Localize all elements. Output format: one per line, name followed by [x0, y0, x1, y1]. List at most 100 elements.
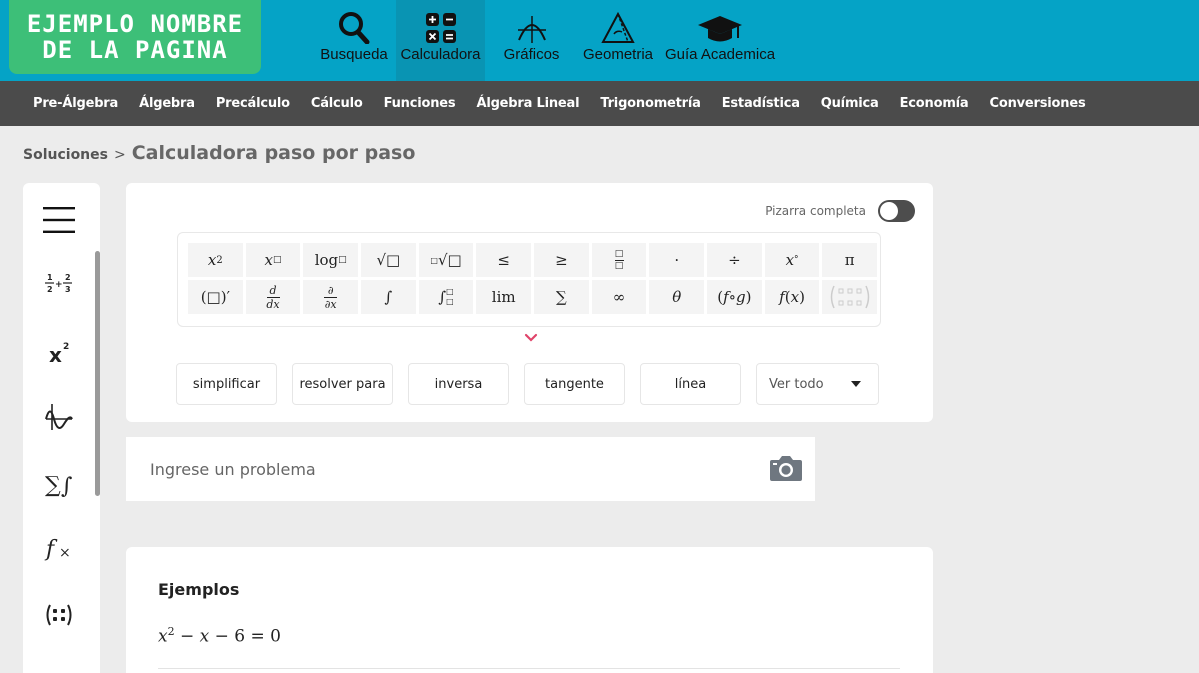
search-icon	[338, 0, 370, 44]
linea-button[interactable]: línea	[640, 363, 741, 405]
key-definite-integral[interactable]: ∫ □ □	[418, 280, 474, 314]
subject-link[interactable]: Álgebra Lineal	[476, 96, 579, 111]
key-matrix[interactable]	[822, 280, 878, 314]
camera-icon[interactable]	[769, 454, 803, 486]
problem-input[interactable]	[126, 437, 756, 501]
key-integral[interactable]: ∫	[361, 280, 416, 314]
subject-link[interactable]: Precálculo	[216, 96, 290, 111]
simplificar-button[interactable]: simplificar	[176, 363, 277, 405]
math-keyboard-panel: Pizarra completa x2 x □ log □ √□ □ √□ ≤ ≥ □…	[126, 183, 933, 422]
matrix-icon[interactable]	[23, 591, 95, 639]
key-sqrt[interactable]: √□	[361, 243, 416, 277]
nav-busqueda[interactable]: Busqueda	[312, 0, 396, 81]
ver-todo-label: Ver todo	[769, 376, 824, 392]
svg-text:f: f	[44, 537, 58, 562]
key-row-2: (□)′ d dx ∂ ∂x ∫ ∫ □ □ lim ∑ ∞ θ (f ∘ g) f(x)	[188, 280, 880, 314]
subject-link[interactable]: Cálculo	[311, 96, 363, 111]
key-sum[interactable]: ∑	[534, 280, 589, 314]
key-log[interactable]: log □	[303, 243, 359, 277]
trig-graph-icon[interactable]	[23, 393, 95, 441]
action-buttons: simplificar resolver para inversa tangen…	[176, 363, 894, 405]
examples-divider	[158, 668, 900, 669]
examples-card: Ejemplos x2 − x − 6 = 0	[126, 547, 933, 673]
logo-line-2: DE LA PAGINA	[42, 36, 228, 64]
subject-link[interactable]: Pre-Álgebra	[33, 96, 118, 111]
examples-title: Ejemplos	[158, 580, 240, 599]
graph-icon	[516, 0, 548, 44]
key-nthroot[interactable]: □ √□	[418, 243, 474, 277]
full-board-label: Pizarra completa	[765, 204, 866, 218]
key-derivative-prime[interactable]: (□)′	[188, 280, 243, 314]
graduation-cap-icon	[697, 0, 743, 44]
key-theta[interactable]: θ	[649, 280, 705, 314]
nav-geometria[interactable]: Geometria	[578, 0, 658, 81]
key-function[interactable]: f(x)	[764, 280, 820, 314]
page-title: Calculadora paso por paso	[131, 142, 416, 164]
svg-text:3: 3	[65, 285, 71, 294]
key-leq[interactable]: ≤	[476, 243, 532, 277]
subject-link[interactable]: Trigonometría	[600, 96, 701, 111]
nav-graficos[interactable]: Gráficos	[485, 0, 578, 81]
math-keys: x2 x □ log □ √□ □ √□ ≤ ≥ □ □ · ÷ x ° π (□)′ d…	[177, 232, 881, 327]
function-icon[interactable]: f ×	[23, 525, 95, 573]
key-divide[interactable]: ÷	[707, 243, 762, 277]
menu-icon[interactable]	[23, 196, 95, 244]
key-limit[interactable]: lim	[476, 280, 532, 314]
key-square[interactable]: x2	[188, 243, 243, 277]
subject-link[interactable]: Conversiones	[990, 96, 1086, 111]
toggle-knob	[880, 202, 898, 220]
key-power[interactable]: x □	[245, 243, 301, 277]
full-board-toggle[interactable]	[878, 200, 915, 222]
top-nav: Busqueda Calculadora Gráficos Geometria	[312, 0, 782, 81]
nav-label: Busqueda	[320, 46, 388, 63]
key-dot[interactable]: ·	[649, 243, 705, 277]
subject-link[interactable]: Álgebra	[139, 96, 195, 111]
nav-label: Calculadora	[400, 46, 481, 63]
chevron-down-icon[interactable]	[522, 329, 540, 347]
subject-link[interactable]: Química	[821, 96, 879, 111]
breadcrumb-root[interactable]: Soluciones	[23, 147, 108, 163]
key-d-dx[interactable]: d dx	[245, 280, 301, 314]
svg-text:+: +	[55, 280, 63, 290]
nav-label: Geometria	[582, 46, 654, 63]
subject-link[interactable]: Funciones	[384, 96, 456, 111]
key-infinity[interactable]: ∞	[591, 280, 647, 314]
nav-calculadora[interactable]: Calculadora	[396, 0, 485, 81]
svg-text:×: ×	[59, 545, 71, 561]
exponent-icon[interactable]: x2	[23, 328, 95, 376]
subject-link[interactable]: Estadística	[722, 96, 800, 111]
nav-label: Gráficos	[503, 46, 560, 63]
key-degree[interactable]: x °	[764, 243, 820, 277]
inversa-button[interactable]: inversa	[408, 363, 509, 405]
top-header: EJEMPLO NOMBRE DE LA PAGINA Busqueda Cal…	[0, 0, 1199, 81]
svg-text:∑: ∑	[45, 473, 61, 498]
subject-link[interactable]: Economía	[900, 96, 969, 111]
example-item[interactable]: x2 − x − 6 = 0	[158, 625, 281, 647]
svg-text:∫: ∫	[61, 474, 73, 498]
geometry-icon	[600, 0, 636, 44]
key-pi[interactable]: π	[822, 243, 878, 277]
calculator-icon	[425, 0, 457, 44]
resolver-para-button[interactable]: resolver para	[292, 363, 393, 405]
sidebar-scrollbar[interactable]	[95, 251, 100, 496]
svg-text:2: 2	[65, 273, 71, 282]
caret-down-icon	[851, 381, 861, 387]
key-row-1: x2 x □ log □ √□ □ √□ ≤ ≥ □ □ · ÷ x ° π	[188, 243, 880, 277]
site-logo[interactable]: EJEMPLO NOMBRE DE LA PAGINA	[9, 0, 261, 74]
key-geq[interactable]: ≥	[534, 243, 589, 277]
full-board-toggle-group: Pizarra completa	[765, 200, 915, 222]
breadcrumb-separator: >	[113, 147, 126, 163]
key-partial[interactable]: ∂ ∂x	[303, 280, 359, 314]
sum-integral-icon[interactable]: ∑ ∫	[23, 459, 95, 507]
nav-guia-academica[interactable]: Guía Academica	[658, 0, 782, 81]
svg-text:2: 2	[47, 285, 53, 294]
tangente-button[interactable]: tangente	[524, 363, 625, 405]
svg-text:x: x	[49, 343, 62, 367]
key-fraction[interactable]: □ □	[591, 243, 647, 277]
svg-text:2: 2	[63, 342, 69, 352]
matrix-key-icon	[830, 285, 869, 309]
fractions-icon[interactable]: 1 2 + 2 3	[23, 260, 95, 308]
ver-todo-select[interactable]: Ver todo	[756, 363, 879, 405]
key-composition[interactable]: (f ∘ g)	[707, 280, 762, 314]
logo-line-1: EJEMPLO NOMBRE	[26, 10, 244, 38]
